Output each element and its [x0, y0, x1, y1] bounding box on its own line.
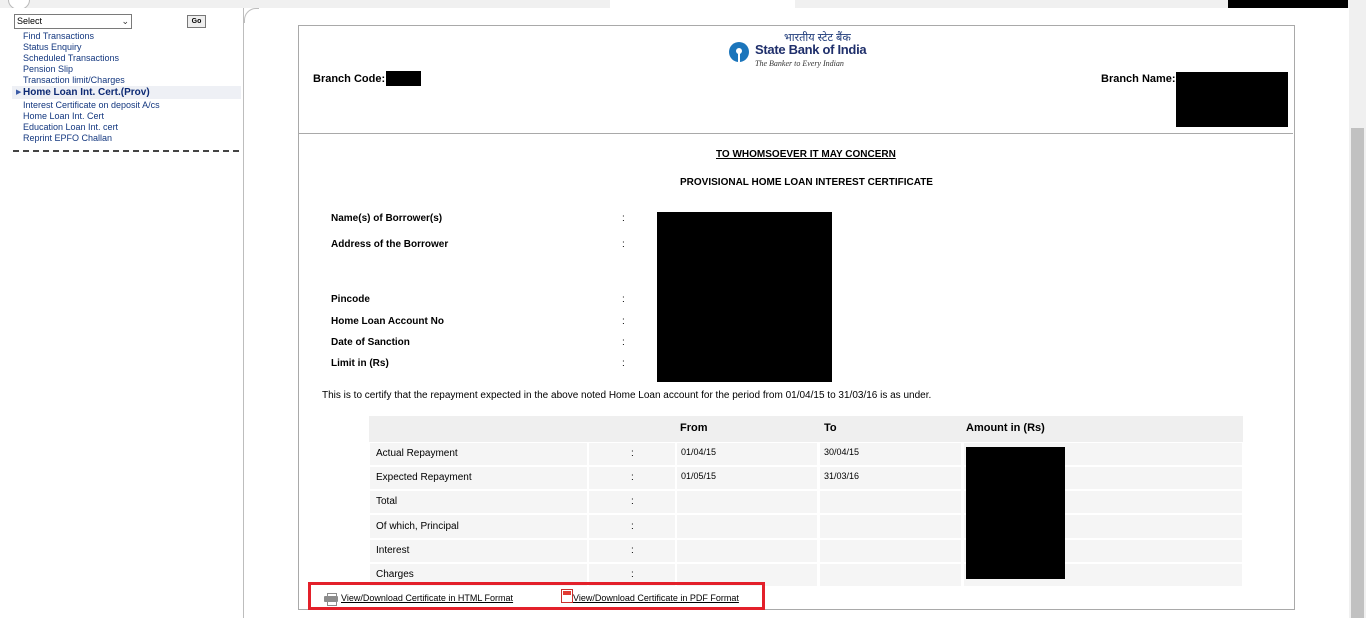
row-to: 31/03/16 — [824, 471, 860, 481]
sidebar-item-find-transactions[interactable]: Find Transactions — [23, 31, 160, 42]
branch-name-label: Branch Name: — [1101, 73, 1176, 85]
row-label: Actual Repayment — [376, 448, 458, 459]
go-button[interactable]: Go — [187, 15, 206, 28]
colon: : — [631, 496, 634, 507]
sidebar-item-home-loan-prov[interactable]: Home Loan Int. Cert.(Prov) — [23, 87, 160, 98]
service-select-value: Select — [17, 16, 43, 26]
printer-icon[interactable] — [324, 593, 338, 606]
left-nav-panel: Select ⌄ Go ▶ Find Transactions Status E… — [0, 8, 244, 618]
sidebar-item-pension-slip[interactable]: Pension Slip — [23, 64, 160, 75]
sidebar-item-education-loan-cert[interactable]: Education Loan Int. cert — [23, 122, 160, 133]
certification-statement: This is to certify that the repayment ex… — [322, 390, 932, 401]
row-label: Charges — [376, 569, 414, 580]
redacted-borrower-details — [657, 212, 832, 382]
sidebar-divider — [13, 150, 239, 152]
label-borrower-names: Name(s) of Borrower(s) — [331, 213, 443, 224]
download-html-link[interactable]: View/Download Certificate in HTML Format — [341, 593, 513, 603]
sidebar-item-scheduled-transactions[interactable]: Scheduled Transactions — [23, 53, 160, 64]
row-from: 01/05/15 — [681, 471, 717, 481]
row-label: Expected Repayment — [376, 472, 472, 483]
table-header — [369, 416, 1243, 442]
table-cell — [820, 540, 961, 562]
table-cell — [820, 515, 961, 538]
chevron-down-icon: ⌄ — [121, 16, 129, 26]
row-label: Interest — [376, 545, 410, 556]
row-to: 30/04/15 — [824, 447, 860, 457]
concern-heading: TO WHOMSOEVER IT MAY CONCERN — [716, 149, 896, 160]
scrollbar-thumb[interactable] — [1351, 128, 1364, 618]
arrow-right-icon: ▶ — [16, 89, 22, 96]
table-cell — [677, 540, 817, 562]
colon: : — [631, 545, 634, 556]
branch-code-label: Branch Code: — [313, 73, 386, 85]
row-from: 01/04/15 — [681, 447, 717, 457]
certificate-title: PROVISIONAL HOME LOAN INTEREST CERTIFICA… — [680, 177, 933, 188]
pdf-icon[interactable] — [561, 589, 573, 603]
redacted-branch-code — [386, 71, 421, 86]
colon: : — [622, 213, 625, 224]
label-address: Address of the Borrower — [331, 239, 449, 250]
colon: : — [631, 521, 634, 532]
col-header-to: To — [824, 422, 837, 434]
header-separator — [298, 133, 1293, 134]
col-header-amount: Amount in (Rs) — [966, 422, 1045, 434]
colon: : — [622, 239, 625, 250]
sidebar-item-reprint-epfo[interactable]: Reprint EPFO Challan — [23, 133, 160, 144]
sidebar-item-transaction-limit[interactable]: Transaction limit/Charges — [23, 75, 160, 86]
colon: : — [622, 294, 625, 305]
sidebar-item-status-enquiry[interactable]: Status Enquiry — [23, 42, 160, 53]
sidebar-menu: Find Transactions Status Enquiry Schedul… — [23, 31, 160, 144]
top-white-box — [610, 0, 795, 8]
label-account-no: Home Loan Account No — [331, 316, 444, 327]
download-pdf-link[interactable]: View/Download Certificate in PDF Format — [573, 593, 739, 603]
row-label: Of which, Principal — [376, 521, 459, 532]
sidebar-item-interest-cert-deposit[interactable]: Interest Certificate on deposit A/cs — [23, 100, 160, 111]
service-select[interactable]: Select ⌄ — [14, 14, 132, 29]
colon: : — [622, 358, 625, 369]
label-limit: Limit in (Rs) — [331, 358, 389, 369]
bank-tagline: The Banker to Every Indian — [755, 59, 844, 68]
row-label: Total — [376, 496, 398, 507]
table-row — [370, 491, 587, 513]
table-cell — [677, 491, 817, 513]
label-sanction-date: Date of Sanction — [331, 337, 410, 348]
colon: : — [631, 569, 634, 580]
sbi-logo-icon — [729, 42, 749, 62]
sidebar-item-home-loan-cert[interactable]: Home Loan Int. Cert — [23, 111, 160, 122]
col-header-from: From — [680, 422, 708, 434]
colon: : — [622, 316, 625, 327]
redacted-branch-name — [1176, 72, 1288, 127]
table-cell — [677, 515, 817, 538]
table-cell — [820, 564, 961, 586]
redacted-amounts — [966, 447, 1065, 579]
colon: : — [631, 472, 634, 483]
colon: : — [622, 337, 625, 348]
colon: : — [631, 448, 634, 459]
bank-name: State Bank of India — [755, 42, 867, 57]
label-pincode: Pincode — [331, 294, 370, 305]
table-cell — [820, 491, 961, 513]
